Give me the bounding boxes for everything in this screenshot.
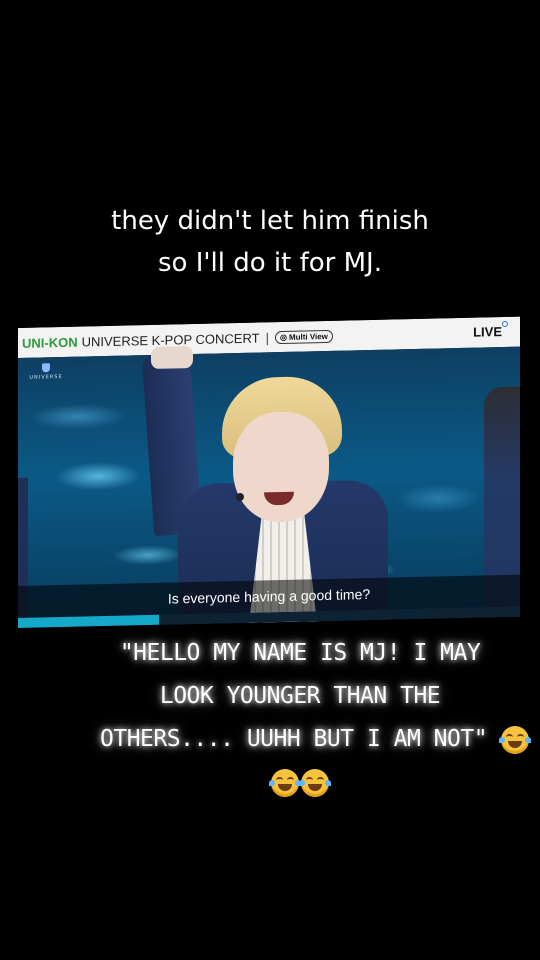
title-separator: | (265, 329, 269, 345)
bottom-caption-line-2: LOOK YOUNGER THAN THE (159, 683, 441, 709)
bottom-caption-line-4 (100, 761, 500, 804)
bottom-caption-line-3-text: OTHERS.... UUHH BUT I AM NOT" (100, 726, 488, 752)
universe-logo: UNIVERSE (26, 363, 66, 381)
laughing-crying-emoji-icon (299, 768, 331, 797)
bottom-caption-line-1: "HELLO MY NAME IS MJ! I MAY (119, 640, 481, 666)
brand-name: UNI-KON (22, 334, 78, 351)
multi-view-icon: ◎ (279, 332, 287, 342)
live-badge: LIVE (473, 324, 502, 340)
stage-video[interactable]: UNIVERSE Is everyone having a good time? (18, 346, 520, 628)
multi-view-label: Multi View (288, 331, 328, 342)
video-progress-fill (18, 614, 159, 628)
universe-logo-label: UNIVERSE (29, 373, 63, 381)
video-frame[interactable]: UNI-KON UNIVERSE K-POP CONCERT | ◎ Multi… (18, 316, 520, 628)
laughing-crying-emoji-icon (499, 725, 532, 754)
bottom-caption: "HELLO MY NAME IS MJ! I MAY LOOK YOUNGER… (100, 632, 532, 804)
universe-shield-icon (42, 363, 50, 373)
top-caption-line-2: so I'll do it for MJ. (158, 248, 382, 278)
multi-view-badge[interactable]: ◎ Multi View (274, 329, 333, 344)
live-dot-icon (502, 320, 508, 328)
laughing-crying-emoji-icon (269, 768, 301, 797)
performer-face (233, 410, 329, 524)
top-caption: they didn't let him finish so I'll do it… (0, 200, 540, 284)
bottom-caption-line-3: OTHERS.... UUHH BUT I AM NOT" (100, 718, 532, 761)
top-caption-line-1: they didn't let him finish (111, 206, 429, 236)
performer-hand (151, 346, 193, 369)
